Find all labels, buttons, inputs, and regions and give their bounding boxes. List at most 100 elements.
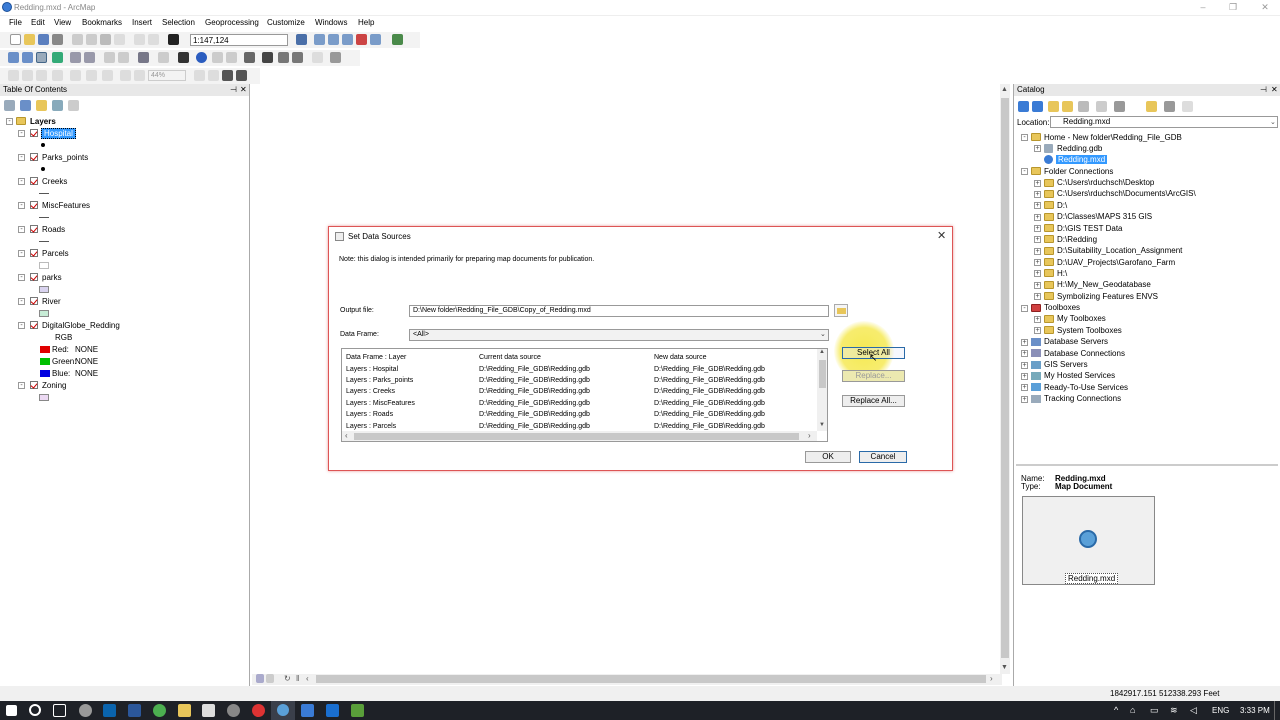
toc-window-icon[interactable]: [314, 34, 325, 45]
layout-pan-icon[interactable]: [36, 70, 47, 81]
fixed-zoom-out-icon[interactable]: [84, 52, 95, 63]
layer-expand-icon[interactable]: -: [18, 322, 25, 329]
full-extent-icon[interactable]: [52, 52, 63, 63]
add-data-icon[interactable]: [168, 34, 179, 45]
menu-edit[interactable]: Edit: [31, 18, 45, 27]
show-desktop-button[interactable]: [1274, 701, 1280, 720]
windows-start-icon[interactable]: [6, 705, 17, 716]
open-folder-icon[interactable]: [1146, 101, 1157, 112]
go-to-xy-icon[interactable]: [292, 52, 303, 63]
layers-root[interactable]: Layers: [30, 117, 56, 126]
h-scroll-thumb[interactable]: [316, 675, 986, 683]
ok-button[interactable]: OK: [805, 451, 851, 463]
catalog-database-connections[interactable]: Database Connections: [1044, 349, 1125, 358]
catalog-system-toolboxes[interactable]: System Toolboxes: [1057, 326, 1122, 335]
catalog-ready-to-use-services[interactable]: Ready-To-Use Services: [1044, 383, 1128, 392]
column-header[interactable]: New data source: [650, 352, 820, 363]
tree-expand-icon[interactable]: +: [1034, 259, 1041, 266]
scroll-up-icon[interactable]: ▲: [1001, 86, 1008, 93]
layer-visibility-checkbox[interactable]: [30, 381, 38, 389]
tree-expand-icon[interactable]: +: [1021, 362, 1028, 369]
time-slider-icon[interactable]: [312, 52, 323, 63]
back-arrow-icon[interactable]: [1018, 101, 1029, 112]
browse-folder-icon[interactable]: [834, 304, 848, 317]
toc-layer-zoning[interactable]: Zoning: [42, 381, 66, 390]
copy-icon[interactable]: [86, 34, 97, 45]
toc-layer-parks-points[interactable]: Parks_points: [42, 153, 88, 162]
toc-layer-miscfeatures[interactable]: MiscFeatures: [42, 201, 90, 210]
layer-visibility-checkbox[interactable]: [30, 249, 38, 257]
menu-selection[interactable]: Selection: [162, 18, 195, 27]
table-row[interactable]: Layers : Creeks D:\Redding_File_GDB\Reddi…: [342, 386, 820, 397]
menu-geoprocessing[interactable]: Geoprocessing: [205, 18, 259, 27]
cancel-button[interactable]: Cancel: [859, 451, 907, 463]
catalog-folder-item[interactable]: H:\My_New_Geodatabase: [1057, 280, 1151, 289]
catalog-pin-icon[interactable]: ⊣: [1260, 84, 1267, 96]
scroll-left-icon[interactable]: ‹: [306, 674, 309, 683]
tray-chevron-icon[interactable]: ^: [1114, 705, 1118, 715]
clear-selection-icon[interactable]: [158, 52, 169, 63]
map-vertical-scrollbar[interactable]: ▲ ▼: [1000, 84, 1010, 674]
catalog-database-servers[interactable]: Database Servers: [1044, 337, 1108, 346]
catalog-my-toolboxes[interactable]: My Toolboxes: [1057, 314, 1106, 323]
python-window-icon[interactable]: [370, 34, 381, 45]
search-window-icon[interactable]: [342, 34, 353, 45]
catalog-folder-item[interactable]: D:\Suitability_Location_Assignment: [1057, 246, 1182, 255]
catalog-toolboxes[interactable]: Toolboxes: [1044, 303, 1080, 312]
table-horizontal-scrollbar[interactable]: ‹ ›: [342, 431, 817, 441]
dialog-close-icon[interactable]: ✕: [937, 229, 946, 242]
layer-expand-icon[interactable]: -: [18, 298, 25, 305]
notepad-icon[interactable]: [202, 704, 215, 717]
data-view-icon[interactable]: [256, 674, 264, 683]
layout-zoom-out-icon[interactable]: [22, 70, 33, 81]
modelbuilder-icon[interactable]: [392, 34, 403, 45]
select-features-icon[interactable]: [138, 52, 149, 63]
minimize-icon[interactable]: –: [1196, 2, 1210, 14]
options-icon[interactable]: [1164, 101, 1175, 112]
tree-expand-icon[interactable]: +: [1021, 350, 1028, 357]
column-header[interactable]: Data Frame : Layer: [342, 352, 475, 363]
table-row[interactable]: Layers : Hospital D:\Redding_File_GDB\Red…: [342, 363, 820, 374]
list-by-visibility-icon[interactable]: [36, 100, 47, 111]
redo-icon[interactable]: [148, 34, 159, 45]
metadata-icon[interactable]: [1182, 101, 1193, 112]
location-dropdown-icon[interactable]: ⌄: [1270, 118, 1276, 126]
catalog-folder-item[interactable]: D:\UAV_Projects\Garofano_Farm: [1057, 258, 1175, 267]
scroll-down-icon[interactable]: ▼: [1001, 664, 1008, 671]
connect-folder-icon[interactable]: [1078, 101, 1089, 112]
tree-collapse-icon[interactable]: -: [1021, 134, 1028, 141]
scroll-thumb[interactable]: [1001, 98, 1009, 658]
toggle-draft-icon[interactable]: [194, 70, 205, 81]
column-header[interactable]: Current data source: [475, 352, 650, 363]
tree-expand-icon[interactable]: +: [1034, 214, 1041, 221]
toc-close-icon[interactable]: ✕: [240, 84, 247, 96]
hyperlink-icon[interactable]: [212, 52, 223, 63]
tree-expand-icon[interactable]: +: [1034, 236, 1041, 243]
data-driven-pages-icon[interactable]: [236, 70, 247, 81]
previous-extent-icon[interactable]: [120, 70, 131, 81]
toc-layer-digitalglobe[interactable]: DigitalGlobe_Redding: [42, 321, 120, 330]
catalog-folder-item[interactable]: D:\Classes\MAPS 315 GIS: [1057, 212, 1152, 221]
table-row[interactable]: Layers : Roads D:\Redding_File_GDB\Reddin…: [342, 409, 820, 420]
arcgis-pro-icon[interactable]: [326, 704, 339, 717]
change-layout-icon[interactable]: [222, 70, 233, 81]
toc-layer-creeks[interactable]: Creeks: [42, 177, 67, 186]
zoom-in-icon[interactable]: [8, 52, 19, 63]
catalog-redding-mxd[interactable]: Redding.mxd: [1056, 155, 1108, 164]
catalog-gis-servers[interactable]: GIS Servers: [1044, 360, 1088, 369]
app-icon[interactable]: [351, 704, 364, 717]
toc-layer-roads[interactable]: Roads: [42, 225, 65, 234]
catalog-folder-item[interactable]: D:\Redding: [1057, 235, 1097, 244]
menu-view[interactable]: View: [54, 18, 71, 27]
layer-visibility-checkbox[interactable]: [30, 201, 38, 209]
layer-expand-icon[interactable]: -: [18, 250, 25, 257]
tree-expand-icon[interactable]: +: [1034, 202, 1041, 209]
cut-icon[interactable]: [72, 34, 83, 45]
next-extent-icon[interactable]: [134, 70, 145, 81]
app-icon[interactable]: [79, 704, 92, 717]
layer-expand-icon[interactable]: -: [18, 226, 25, 233]
undo-icon[interactable]: [134, 34, 145, 45]
tree-expand-icon[interactable]: +: [1034, 191, 1041, 198]
layout-zoom-select[interactable]: 44%: [148, 70, 186, 81]
open-icon[interactable]: [24, 34, 35, 45]
